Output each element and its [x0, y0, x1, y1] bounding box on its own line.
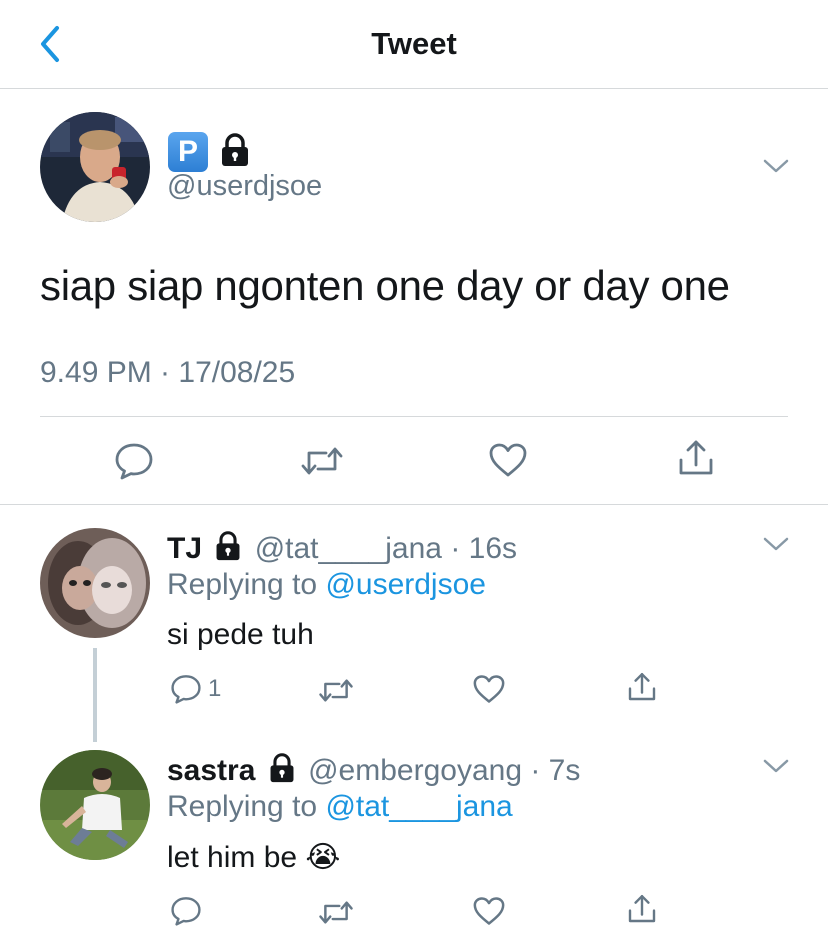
like-button[interactable]	[488, 442, 528, 478]
main-tweet: P @userdjsoe siap siap ngonten one day o…	[0, 90, 828, 505]
reply-header: sastra @embergoyang · 7s	[167, 750, 580, 788]
reply-icon	[115, 443, 153, 480]
chevron-down-icon[interactable]	[762, 534, 790, 554]
share-button[interactable]	[626, 670, 658, 704]
reply-icon	[171, 897, 201, 926]
tweet-text: siap siap ngonten one day or day one	[40, 262, 730, 309]
crying-face-icon: 😭	[305, 841, 341, 874]
share-icon	[628, 673, 656, 701]
replying-to: Replying to @tat____jana	[167, 790, 513, 824]
tweet-timestamp: 9.49 PM · 17/08/25	[40, 356, 296, 389]
replying-to: Replying to @userdjsoe	[167, 568, 486, 602]
handle[interactable]: @tat____jana	[255, 532, 442, 565]
page-title: Tweet	[371, 26, 457, 61]
lock-icon	[220, 133, 250, 172]
reply-text: si pede tuh	[167, 618, 314, 651]
chevron-down-icon[interactable]	[762, 156, 790, 176]
reply-header: TJ @tat____jana · 16s	[167, 528, 517, 566]
tweet-handle[interactable]: @userdjsoe	[167, 170, 322, 203]
share-icon	[679, 440, 713, 475]
replying-prefix: Replying to	[167, 790, 326, 823]
reply-text: let him be 😭	[167, 840, 340, 875]
like-icon	[473, 675, 505, 703]
avatar[interactable]	[40, 528, 150, 638]
display-name[interactable]: sastra	[167, 754, 255, 787]
mention-link[interactable]: @tat____jana	[325, 790, 512, 823]
share-button[interactable]	[626, 892, 658, 926]
lock-icon	[268, 753, 296, 791]
reply-text-body: let him be	[167, 841, 298, 874]
divider	[40, 416, 788, 417]
avatar[interactable]	[40, 750, 150, 860]
retweet-button[interactable]	[300, 446, 344, 476]
avatar[interactable]	[40, 112, 150, 222]
handle[interactable]: @embergoyang	[308, 754, 522, 787]
relative-time: · 16s	[450, 532, 518, 565]
reply-button[interactable]	[114, 442, 154, 480]
display-name[interactable]: TJ	[167, 532, 202, 565]
reply-icon	[171, 675, 201, 704]
lock-icon	[214, 531, 242, 569]
reply-tweet[interactable]: TJ @tat____jana · 16s Replying to @userd…	[0, 506, 828, 746]
reply-tweet[interactable]: sastra @embergoyang · 7s Replying to @ta…	[0, 728, 828, 943]
retweet-button[interactable]	[318, 678, 354, 703]
reply-button[interactable]	[170, 896, 202, 926]
mention-link[interactable]: @userdjsoe	[325, 568, 486, 601]
like-icon	[489, 443, 527, 477]
top-bar: Tweet	[0, 0, 828, 89]
relative-time: · 7s	[530, 754, 581, 787]
reply-count: 1	[208, 675, 222, 702]
like-button[interactable]	[472, 674, 506, 704]
chevron-down-icon[interactable]	[762, 756, 790, 776]
reply-button[interactable]: 1	[170, 674, 221, 704]
share-button[interactable]	[676, 438, 716, 478]
retweet-button[interactable]	[318, 900, 354, 925]
parking-badge-icon: P	[168, 132, 208, 172]
replying-prefix: Replying to	[167, 568, 326, 601]
retweet-icon	[319, 679, 353, 702]
retweet-icon	[301, 447, 343, 475]
like-icon	[473, 897, 505, 925]
like-button[interactable]	[472, 896, 506, 926]
share-icon	[628, 895, 656, 923]
retweet-icon	[319, 901, 353, 924]
